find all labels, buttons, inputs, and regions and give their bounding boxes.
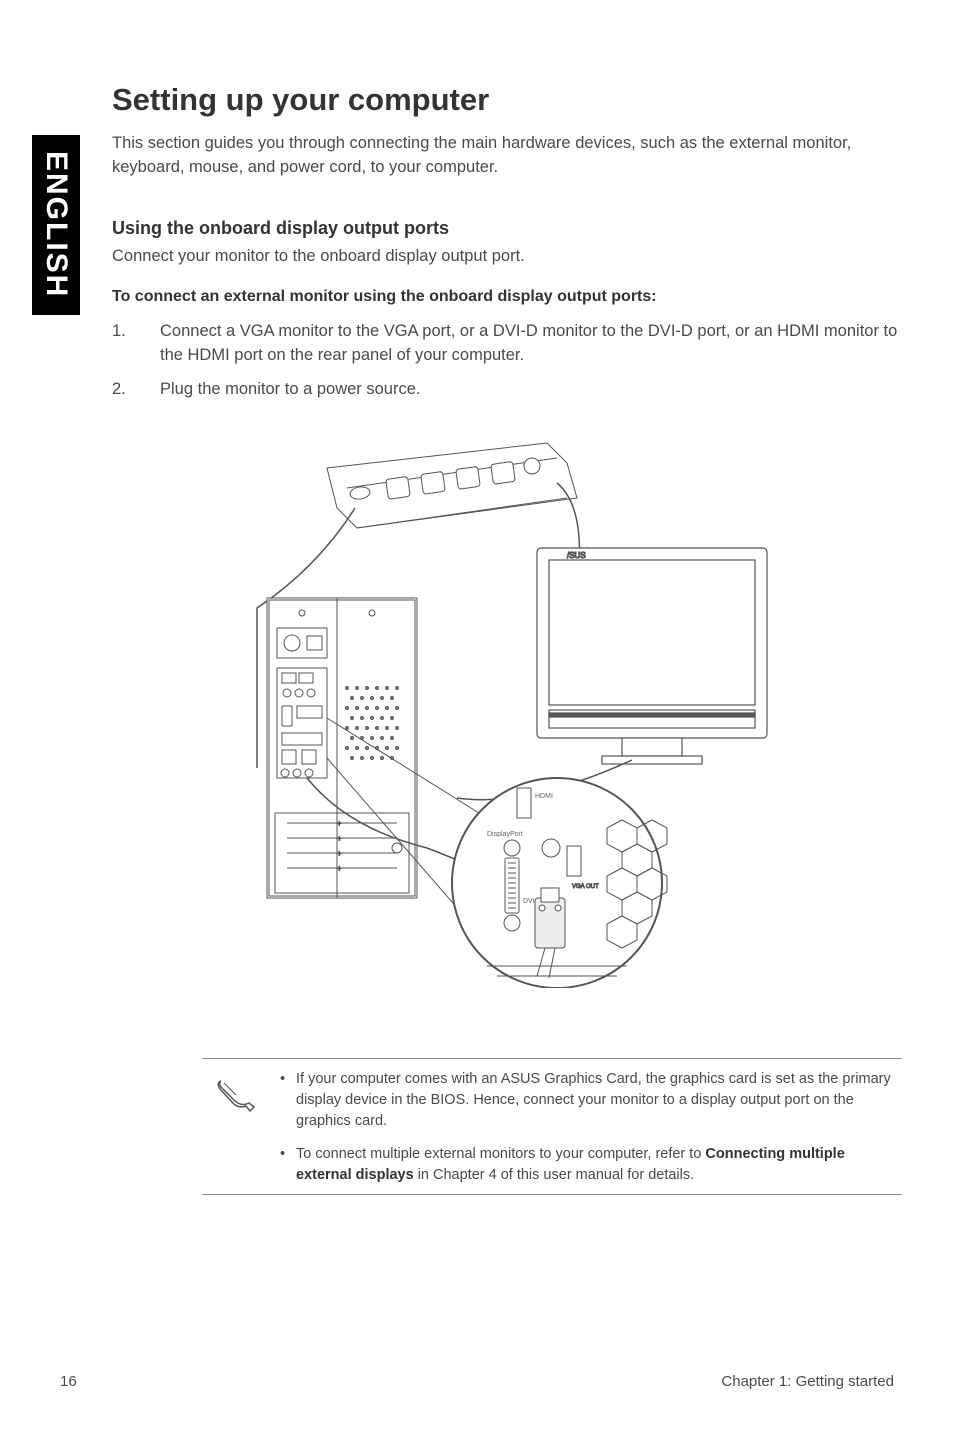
svg-text:HDMI: HDMI [535, 793, 553, 800]
svg-text:+: + [337, 864, 342, 873]
chapter-label: Chapter 1: Getting started [721, 1373, 894, 1390]
step-text: Plug the monitor to a power source. [160, 378, 902, 402]
note-block: If your computer comes with an ASUS Grap… [202, 1058, 902, 1195]
divider [202, 1194, 902, 1195]
svg-text:DisplayPort: DisplayPort [487, 831, 523, 838]
note-list: If your computer comes with an ASUS Grap… [280, 1069, 902, 1186]
svg-text:DVI: DVI [523, 898, 535, 905]
svg-text:+: + [337, 849, 342, 858]
page-title: Setting up your computer [112, 82, 902, 118]
svg-text:VGA OUT: VGA OUT [572, 884, 599, 890]
list-item: To connect multiple external monitors to… [280, 1144, 892, 1186]
list-item: If your computer comes with an ASUS Grap… [280, 1069, 892, 1132]
list-item: 1. Connect a VGA monitor to the VGA port… [112, 320, 902, 368]
svg-text:/SUS: /SUS [567, 551, 586, 560]
step-number: 2. [112, 378, 160, 402]
page-content: Setting up your computer This section gu… [112, 82, 902, 1195]
diagram-svg: /SUS [227, 428, 787, 988]
page-footer: 16 Chapter 1: Getting started [60, 1373, 894, 1390]
connection-diagram: /SUS [112, 428, 902, 988]
step-number: 1. [112, 320, 160, 368]
section-subtext: Connect your monitor to the onboard disp… [112, 247, 902, 266]
section-heading: Using the onboard display output ports [112, 218, 902, 239]
step-text: Connect a VGA monitor to the VGA port, o… [160, 320, 902, 368]
list-item: 2. Plug the monitor to a power source. [112, 378, 902, 402]
svg-text:+: + [337, 819, 342, 828]
intro-text: This section guides you through connecti… [112, 132, 902, 180]
svg-text:+: + [337, 834, 342, 843]
step-list: 1. Connect a VGA monitor to the VGA port… [112, 320, 902, 402]
language-tab: ENGLISH [32, 135, 80, 315]
procedure-title: To connect an external monitor using the… [112, 288, 902, 306]
note-icon [216, 1069, 260, 1186]
page-number: 16 [60, 1373, 77, 1390]
